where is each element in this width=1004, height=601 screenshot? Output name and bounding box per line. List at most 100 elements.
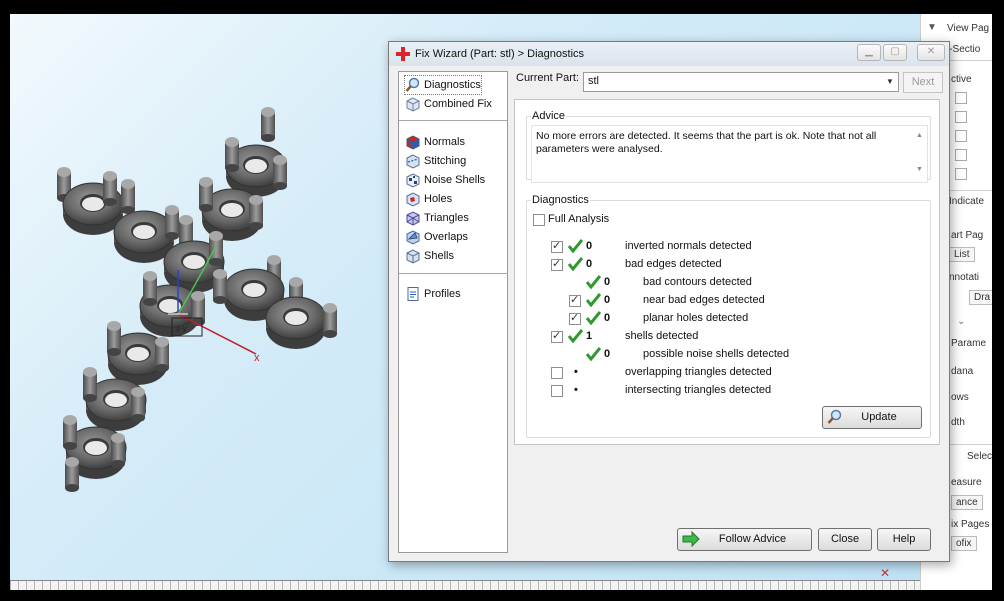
nav-label: Combined Fix [424, 98, 492, 110]
advice-scrollbar[interactable]: ▲ ▼ [912, 126, 927, 182]
title-bar[interactable]: Fix Wizard (Part: stl) > Diagnostics ▁ ▢… [389, 42, 949, 66]
full-analysis-checkbox[interactable] [533, 214, 545, 226]
advice-text: No more errors are detected. It seems th… [536, 130, 877, 155]
next-button[interactable]: Next [903, 72, 943, 93]
diagnostic-value: 0 [604, 276, 611, 288]
green-arrow-icon [682, 531, 700, 547]
green-check-icon [586, 347, 601, 361]
diagnostic-label: overlapping triangles detected [625, 366, 772, 378]
close-button[interactable]: Close [818, 528, 872, 551]
green-check-icon [586, 293, 601, 307]
current-part-label: Current Part: [516, 72, 579, 84]
scroll-down-icon[interactable]: ▼ [916, 166, 923, 173]
advice-textbox[interactable]: No more errors are detected. It seems th… [531, 125, 928, 183]
diagnostic-label: bad contours detected [643, 276, 752, 288]
rp-checkbox[interactable] [955, 111, 967, 123]
nav-item-holes[interactable]: Holes [405, 190, 452, 208]
magnifier-icon [405, 77, 420, 92]
noise-shells-icon [406, 173, 420, 188]
diagnostic-checkbox[interactable] [569, 311, 581, 325]
rp-tab-draw[interactable]: Dra [969, 290, 992, 305]
rp-annotation: nnotati [949, 272, 980, 283]
minimize-button[interactable]: ▁ [857, 44, 881, 61]
diagnostic-checkbox[interactable] [551, 239, 563, 253]
cube-fix-icon [406, 97, 420, 112]
screen-frame: x x-y ✕ ▼ View Pag i-Sectio ctive Indica… [10, 14, 992, 590]
wizard-nav: Diagnostics Combined Fix Normals Stitchi… [398, 71, 508, 553]
diagnostic-checkbox[interactable] [551, 257, 563, 271]
rp-view-pages[interactable]: View Pag [947, 23, 989, 34]
dropdown-arrow-icon: ▼ [886, 77, 894, 86]
diagnostic-value: 0 [604, 294, 611, 306]
current-part-select[interactable]: stl ▼ [583, 72, 899, 92]
rp-sections[interactable]: i-Sectio [947, 44, 980, 55]
rp-measure: easure [951, 477, 982, 488]
stitching-icon [406, 154, 420, 169]
rp-dana: dana [951, 366, 974, 377]
nav-label: Normals [424, 136, 465, 148]
diagnostics-panel: Advice No more errors are detected. It s… [514, 99, 940, 445]
diagnostic-value: • [574, 384, 578, 396]
collapse-arrow-icon[interactable]: ▼ [927, 22, 937, 33]
green-check-icon [586, 275, 601, 289]
rp-tab-list[interactable]: List [949, 247, 975, 262]
diagnostic-checkbox[interactable] [569, 293, 581, 307]
nav-item-normals[interactable]: Normals [405, 133, 465, 151]
nav-item-diagnostics[interactable]: Diagnostics [404, 75, 482, 95]
red-cross-icon [396, 47, 410, 61]
diagnostic-value: 0 [604, 312, 611, 324]
close-x-icon: ✕ [880, 566, 891, 580]
rp-checkbox[interactable] [955, 149, 967, 161]
holes-icon [406, 192, 420, 207]
nav-label: Stitching [424, 155, 467, 167]
nav-item-overlaps[interactable]: Overlaps [405, 228, 468, 246]
nav-item-profiles[interactable]: Profiles [405, 285, 461, 303]
nav-item-noise-shells[interactable]: Noise Shells [405, 171, 485, 189]
close-window-button[interactable]: ✕ [917, 44, 945, 61]
nav-label: Overlaps [424, 231, 469, 243]
rp-indicate[interactable]: Indicate [949, 196, 984, 207]
update-button[interactable]: Update [822, 406, 922, 429]
nav-label: Profiles [424, 288, 461, 300]
nav-item-shells[interactable]: Shells [405, 247, 454, 265]
nav-label: Noise Shells [424, 174, 486, 186]
diagnostic-checkbox[interactable] [551, 329, 563, 343]
current-part-value: stl [588, 75, 599, 87]
rp-active: ctive [951, 74, 972, 85]
nav-item-stitching[interactable]: Stitching [405, 152, 466, 170]
maximize-button[interactable]: ▢ [883, 44, 907, 61]
help-button[interactable]: Help [877, 528, 931, 551]
diagnostic-checkbox[interactable] [551, 385, 563, 397]
diagnostic-label: shells detected [625, 330, 699, 342]
diagnostic-label: inverted normals detected [625, 240, 752, 252]
rp-select[interactable]: Selec [967, 451, 992, 462]
update-label: Update [861, 411, 897, 423]
diagnostic-value: 0 [604, 348, 611, 360]
rp-tab-distance[interactable]: ance [951, 495, 983, 510]
rp-parameters: Parame [951, 338, 987, 349]
nav-item-triangles[interactable]: Triangles [405, 209, 469, 227]
diagnostic-label: possible noise shells detected [643, 348, 790, 360]
rp-checkbox[interactable] [955, 92, 967, 104]
diagnostic-label: near bad edges detected [643, 294, 765, 306]
rp-dropdown-icon[interactable]: ⌄ [957, 316, 965, 327]
overlaps-icon [406, 230, 420, 245]
shells-icon [406, 249, 420, 264]
diagnostic-label: bad edges detected [625, 258, 722, 270]
nav-item-combined-fix[interactable]: Combined Fix [405, 95, 492, 113]
rp-tab-autofix[interactable]: ofix [951, 536, 977, 551]
diagnostic-value: • [574, 366, 578, 378]
diagnostic-value: 0 [586, 240, 593, 252]
follow-advice-label: Follow Advice [718, 533, 787, 545]
axis-triad-label: x-y [176, 324, 187, 333]
green-check-icon [568, 257, 583, 271]
follow-advice-button[interactable]: Follow Advice [677, 528, 812, 551]
rp-checkbox[interactable] [955, 130, 967, 142]
diagnostic-value: 1 [586, 330, 593, 342]
diagnostic-checkbox[interactable] [551, 367, 563, 379]
rp-checkbox[interactable] [955, 168, 967, 180]
scroll-up-icon[interactable]: ▲ [916, 132, 923, 139]
full-analysis-label: Full Analysis [548, 213, 610, 225]
normals-icon [406, 135, 420, 150]
dialog-title: Fix Wizard (Part: stl) > Diagnostics [415, 48, 585, 60]
